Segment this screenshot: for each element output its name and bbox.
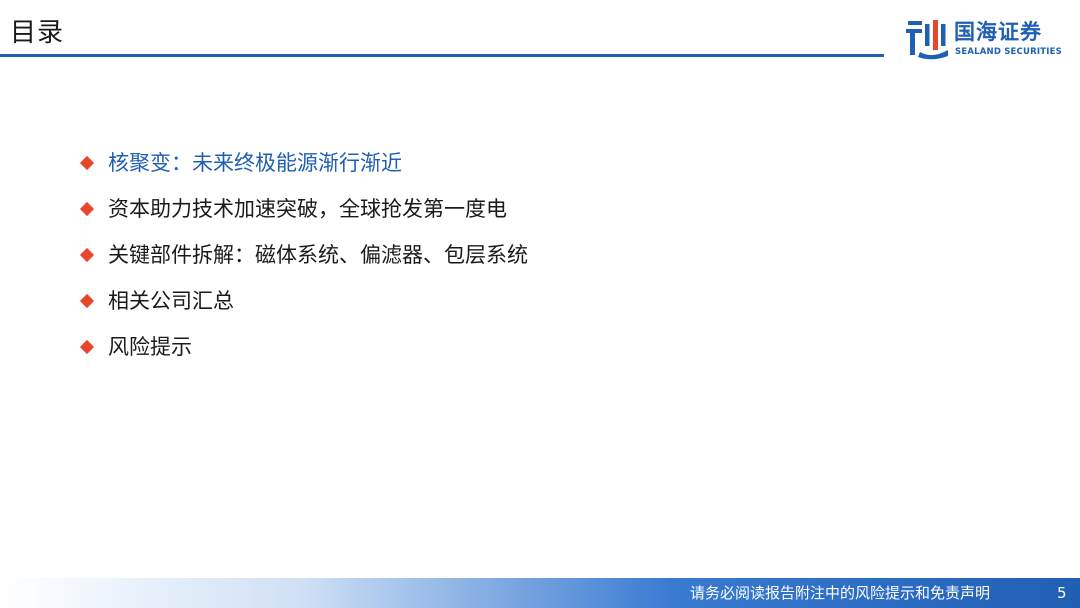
toc-item-related-companies[interactable]: 相关公司汇总: [78, 278, 528, 324]
toc-item-fusion-energy[interactable]: 核聚变：未来终极能源渐行渐近: [78, 140, 528, 186]
diamond-bullet-icon: [79, 293, 95, 309]
logo-name-cn: 国海证券: [954, 20, 1042, 44]
page-footer: 请务必阅读报告附注中的风险提示和免责声明 5: [0, 578, 1080, 608]
toc-item-label: 资本助力技术加速突破，全球抢发第一度电: [108, 197, 507, 221]
toc-item-key-components[interactable]: 关键部件拆解：磁体系统、偏滤器、包层系统: [78, 232, 528, 278]
page-number: 5: [1057, 584, 1067, 602]
diamond-bullet-icon: [79, 339, 95, 355]
diamond-bullet-icon: [79, 201, 95, 217]
toc-item-label: 风险提示: [108, 335, 192, 359]
header-divider: [0, 54, 884, 57]
toc-item-capital-technology[interactable]: 资本助力技术加速突破，全球抢发第一度电: [78, 186, 528, 232]
toc-item-risk-warning[interactable]: 风险提示: [78, 324, 528, 370]
diamond-bullet-icon: [79, 155, 95, 171]
company-logo: 国海证券 SEALAND SECURITIES: [906, 18, 1066, 60]
table-of-contents: 核聚变：未来终极能源渐行渐近 资本助力技术加速突破，全球抢发第一度电 关键部件拆…: [78, 140, 528, 370]
page-title: 目录: [10, 18, 65, 48]
toc-item-label: 核聚变：未来终极能源渐行渐近: [108, 151, 402, 175]
logo-name-en: SEALAND SECURITIES: [955, 47, 1062, 57]
footer-disclaimer: 请务必阅读报告附注中的风险提示和免责声明: [690, 584, 991, 602]
toc-item-label: 相关公司汇总: [108, 289, 234, 313]
toc-item-label: 关键部件拆解：磁体系统、偏滤器、包层系统: [108, 243, 528, 267]
sealand-logo-icon: [906, 20, 948, 60]
diamond-bullet-icon: [79, 247, 95, 263]
